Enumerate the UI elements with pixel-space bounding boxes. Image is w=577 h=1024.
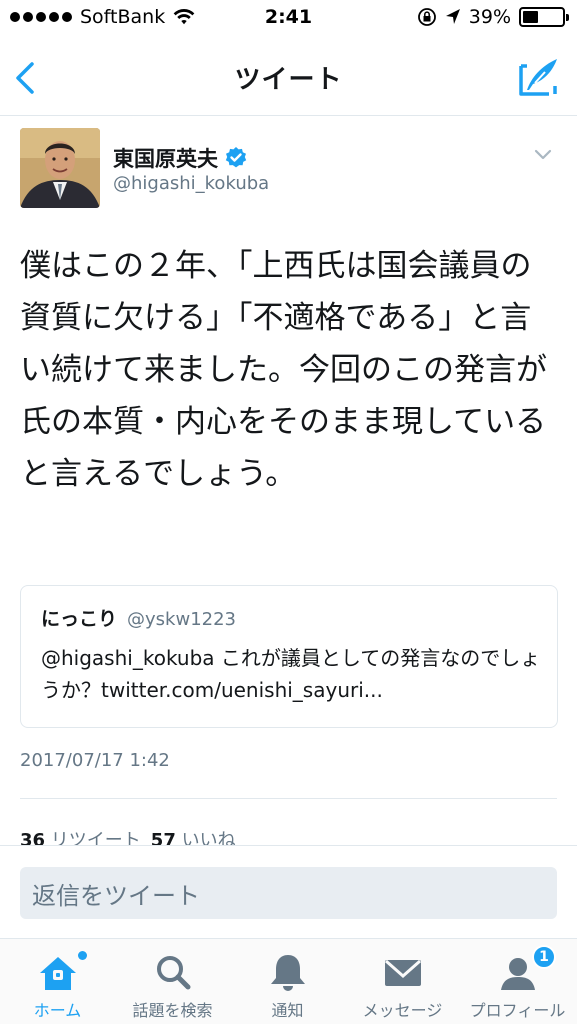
battery-icon bbox=[519, 7, 569, 27]
tab-notifications[interactable]: 通知 bbox=[230, 939, 345, 1024]
author-avatar[interactable] bbox=[20, 128, 100, 208]
reply-input[interactable]: 返信をツイート bbox=[20, 867, 557, 919]
orientation-lock-icon bbox=[417, 8, 436, 26]
author-display-name: 東国原英夫 bbox=[113, 147, 218, 171]
envelope-icon bbox=[385, 959, 421, 986]
tab-bar: ホーム 話題を検索 通知 メッセージ 1 プロフィール bbox=[0, 938, 577, 1024]
status-right: 39% bbox=[417, 6, 569, 28]
tweet-timestamp: 2017/07/17 1:42 bbox=[20, 750, 170, 771]
tab-home-label: ホーム bbox=[33, 1001, 82, 1020]
divider bbox=[20, 798, 557, 799]
tab-messages[interactable]: メッセージ bbox=[345, 939, 460, 1024]
tab-profile-label: プロフィール bbox=[469, 1001, 566, 1020]
verified-badge-icon bbox=[225, 147, 247, 168]
quoted-tweet-header: にっこり @yskw1223 bbox=[41, 604, 236, 631]
battery-level bbox=[523, 11, 538, 23]
quoted-tweet-card[interactable]: にっこり @yskw1223 @higashi_kokuba これが議員としての… bbox=[20, 585, 558, 728]
tweet-text: 僕はこの２年、「上西氏は国会議員の資質に欠ける」「不適格である」と言い続けて来ま… bbox=[20, 248, 547, 492]
quoted-author-name: にっこり bbox=[41, 608, 118, 630]
battery-percentage: 39% bbox=[468, 6, 511, 28]
notification-badge: 1 bbox=[532, 945, 556, 969]
reply-placeholder: 返信をツイート bbox=[32, 881, 200, 910]
author-name[interactable]: 東国原英夫 bbox=[113, 143, 248, 173]
bell-icon bbox=[271, 955, 305, 991]
compose-tweet-button[interactable] bbox=[517, 56, 559, 98]
tab-profile[interactable]: 1 プロフィール bbox=[460, 939, 577, 1024]
tab-search-label: 話題を検索 bbox=[132, 1001, 213, 1020]
page-title: ツイート bbox=[234, 65, 343, 95]
tab-notifications-label: 通知 bbox=[271, 1001, 304, 1020]
tab-messages-label: メッセージ bbox=[362, 1001, 443, 1020]
location-icon bbox=[445, 9, 460, 24]
avatar-photo bbox=[20, 128, 100, 208]
quoted-tweet-text: @higashi_kokuba これが議員としての発言なのでしょうか？twitt… bbox=[41, 646, 541, 702]
quoted-author-handle: @yskw1223 bbox=[127, 609, 236, 630]
chevron-down-icon[interactable] bbox=[533, 148, 553, 162]
tab-search[interactable]: 話題を検索 bbox=[115, 939, 230, 1024]
reply-bar: 返信をツイート bbox=[0, 845, 577, 938]
search-icon bbox=[157, 956, 191, 990]
home-icon bbox=[40, 957, 76, 990]
status-bar: SoftBank 2:41 39% bbox=[0, 0, 577, 40]
author-handle[interactable]: @higashi_kokuba bbox=[113, 173, 269, 194]
tab-home[interactable]: ホーム bbox=[0, 939, 115, 1024]
navigation-bar: ツイート bbox=[0, 40, 577, 116]
home-new-indicator bbox=[78, 951, 87, 960]
